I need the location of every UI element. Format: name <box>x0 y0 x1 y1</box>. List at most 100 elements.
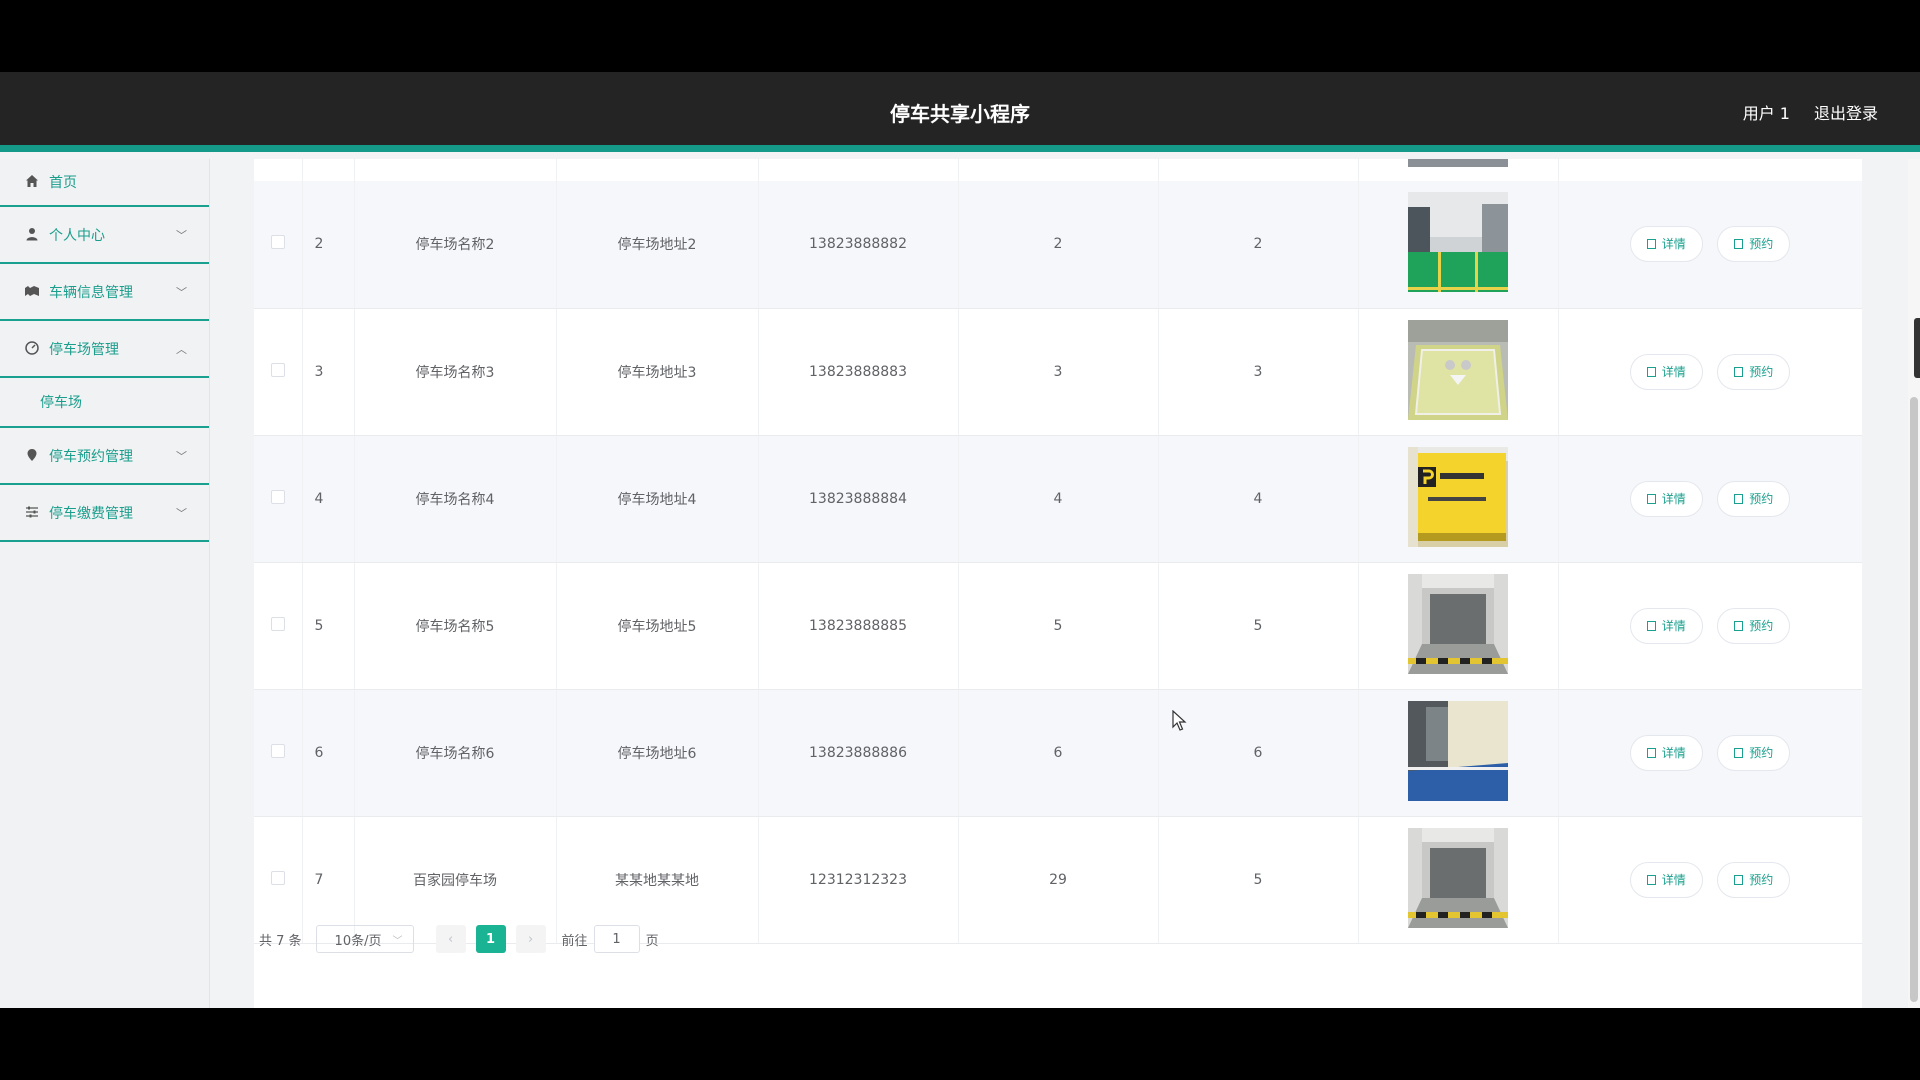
parking-photo <box>1408 192 1508 293</box>
detail-button[interactable]: 详情 <box>1629 353 1703 390</box>
parking-address-cell: 停车场地址3 <box>556 308 759 436</box>
parking-address-cell: 停车场地址2 <box>556 181 759 309</box>
row-checkbox[interactable] <box>270 870 285 885</box>
parking-photo <box>1408 827 1508 928</box>
goto-page-input[interactable] <box>593 925 640 953</box>
row-id: 3 <box>302 308 355 436</box>
row-id: 5 <box>302 562 355 690</box>
sidebar-item-personal-center[interactable]: 个人中心 ﹀ <box>0 207 209 264</box>
row-id: 4 <box>302 435 355 563</box>
chevron-up-icon: ︿ <box>176 342 187 356</box>
reserve-button[interactable]: 预约 <box>1717 607 1791 644</box>
detail-button-label: 详情 <box>1661 872 1686 887</box>
app-title: 停车共享小程序 <box>890 102 1030 126</box>
chevron-down-icon: ﹀ <box>176 506 187 520</box>
sidebar-item-payment-management[interactable]: 停车缴费管理 ﹀ <box>0 485 209 542</box>
reserve-button[interactable]: 预约 <box>1717 734 1791 771</box>
goto-page: 前往 页 <box>562 925 659 953</box>
count-cell: 29 <box>958 816 1159 944</box>
detail-button-label: 详情 <box>1661 491 1686 506</box>
detail-button[interactable]: 详情 <box>1629 607 1703 644</box>
detail-button-label: 详情 <box>1661 237 1686 252</box>
count-cell: 5 <box>1158 562 1359 690</box>
next-page-button[interactable]: › <box>515 925 546 953</box>
row-checkbox[interactable] <box>270 616 285 631</box>
detail-button[interactable]: 详情 <box>1629 861 1703 898</box>
count-cell: 3 <box>1158 308 1359 436</box>
parking-name-cell: 停车场名称6 <box>354 689 557 817</box>
document-icon <box>1734 366 1744 377</box>
sidebar-item-vehicle-management[interactable]: 车辆信息管理 ﹀ <box>0 264 209 321</box>
document-icon <box>1646 874 1656 885</box>
pagination: 共 7 条 10条/页 ﹀ ‹ 1 › 前往 页 <box>254 921 659 957</box>
parking-name-cell: 停车场名称5 <box>354 562 557 690</box>
phone-cell: 13823888884 <box>758 435 959 563</box>
document-icon <box>1734 620 1744 631</box>
table-row-partial <box>254 159 1862 181</box>
detail-button[interactable]: 详情 <box>1629 734 1703 771</box>
row-checkbox[interactable] <box>270 743 285 758</box>
detail-button-label: 详情 <box>1661 745 1686 760</box>
home-icon <box>24 174 40 190</box>
count-cell: 6 <box>958 689 1159 817</box>
sidebar-item-label: 个人中心 <box>49 227 105 244</box>
phone-cell: 13823888886 <box>758 689 959 817</box>
parking-photo <box>1408 319 1508 420</box>
logout-link[interactable]: 退出登录 <box>1814 100 1878 124</box>
row-checkbox[interactable] <box>270 235 285 250</box>
row-checkbox[interactable] <box>270 362 285 377</box>
reserve-button[interactable]: 预约 <box>1717 480 1791 517</box>
car-icon <box>24 284 40 300</box>
chevron-down-icon: ﹀ <box>392 935 403 947</box>
sidebar-item-parking-management[interactable]: 停车场管理 ︿ <box>0 321 209 378</box>
sidebar-subitem-parking-lot[interactable]: 停车场 <box>0 378 209 428</box>
parking-address-cell: 停车场地址4 <box>556 435 759 563</box>
phone-cell: 13823888883 <box>758 308 959 436</box>
prev-page-button[interactable]: ‹ <box>435 925 466 953</box>
chevron-down-icon: ﹀ <box>176 449 187 463</box>
row-checkbox[interactable] <box>270 489 285 504</box>
reserve-button[interactable]: 预约 <box>1717 861 1791 898</box>
goto-prefix: 前往 <box>561 933 588 949</box>
parking-photo <box>1408 446 1508 547</box>
chevron-right-icon: › <box>527 931 534 947</box>
reserve-button[interactable]: 预约 <box>1717 353 1791 390</box>
document-icon <box>1646 747 1656 758</box>
table-row: 3 停车场名称3 停车场地址3 13823888883 3 3 详情 预约 <box>254 308 1862 436</box>
parking-name-cell: 停车场名称2 <box>354 181 557 309</box>
chevron-down-icon: ﹀ <box>176 285 187 299</box>
reserve-button-label: 预约 <box>1749 491 1774 506</box>
reserve-button-label: 预约 <box>1749 364 1774 379</box>
reserve-button[interactable]: 预约 <box>1717 226 1791 263</box>
count-cell: 2 <box>958 181 1159 309</box>
page-scrollbar[interactable] <box>1908 159 1920 1008</box>
detail-button[interactable]: 详情 <box>1629 480 1703 517</box>
phone-cell: 13823888885 <box>758 562 959 690</box>
username-link[interactable]: 用户 1 <box>1743 100 1790 124</box>
sidebar-item-label: 停车缴费管理 <box>49 505 133 522</box>
user-icon <box>24 227 40 243</box>
detail-button[interactable]: 详情 <box>1629 226 1703 263</box>
top-header: 停车共享小程序 用户 1 退出登录 <box>0 72 1920 152</box>
page-number-current[interactable]: 1 <box>475 925 506 953</box>
dashboard-icon <box>24 340 40 357</box>
document-icon <box>1734 874 1744 885</box>
phone-cell: 12312312323 <box>758 816 959 944</box>
sidebar-item-label: 车辆信息管理 <box>49 284 133 301</box>
sliders-icon <box>24 505 40 521</box>
mouse-cursor-icon <box>1172 709 1188 736</box>
sidebar-item-home[interactable]: 首页 <box>0 159 209 207</box>
side-handle[interactable] <box>1914 318 1920 378</box>
document-icon <box>1646 239 1656 250</box>
count-cell: 4 <box>1158 435 1359 563</box>
sidebar-item-label: 停车预约管理 <box>49 448 133 465</box>
detail-button-label: 详情 <box>1661 364 1686 379</box>
scrollbar-thumb[interactable] <box>1910 397 1918 1002</box>
app-window: 停车共享小程序 用户 1 退出登录 首页 个人中心 ﹀ 车辆信息管理 ﹀ 停车场… <box>0 72 1920 1008</box>
page-size-select[interactable]: 10条/页 ﹀ <box>315 925 414 953</box>
table-row: 5 停车场名称5 停车场地址5 13823888885 5 5 详情 预约 <box>254 562 1862 690</box>
parking-name-cell: 停车场名称3 <box>354 308 557 436</box>
parking-photo-partial <box>1408 159 1508 167</box>
table-row: 4 停车场名称4 停车场地址4 13823888884 4 4 详情 预约 <box>254 435 1862 563</box>
sidebar-item-reservation-management[interactable]: 停车预约管理 ﹀ <box>0 428 209 485</box>
